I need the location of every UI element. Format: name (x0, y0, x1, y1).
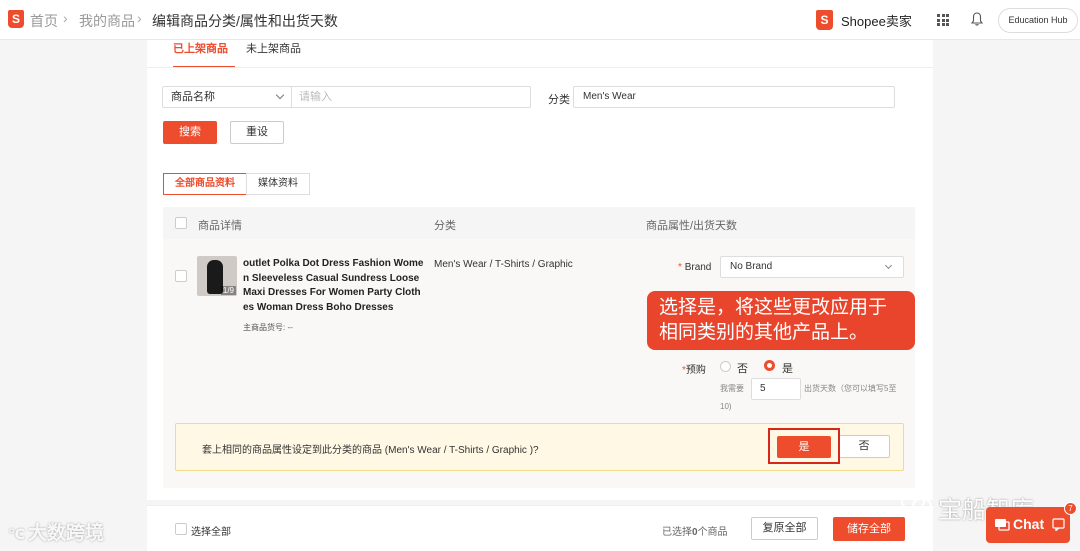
column-header-product-details: 商品详情 (198, 220, 242, 232)
breadcrumb-separator-icon: › (137, 10, 142, 26)
select-all-checkbox[interactable] (175, 523, 187, 535)
preorder-no-label: 否 (737, 363, 748, 375)
column-header-category: 分类 (434, 220, 456, 232)
brand-select[interactable]: No Brand (720, 256, 904, 278)
category-label: 分类 (548, 94, 570, 106)
subtab-all-product-info[interactable]: 全部商品资料 (163, 173, 247, 195)
breadcrumb-home[interactable]: 首页 (30, 11, 58, 31)
apps-grid-icon[interactable] (937, 14, 949, 26)
search-field-select-value: 商品名称 (171, 91, 215, 103)
chat-label: Chat (1013, 516, 1045, 532)
shopee-logo-icon: S (816, 10, 833, 30)
subtab-media-info[interactable]: 媒体资料 (246, 173, 310, 195)
select-all-rows-checkbox[interactable] (175, 217, 187, 229)
shopee-bag-icon[interactable]: S (8, 10, 24, 28)
wechat-icon (901, 491, 932, 515)
education-hub-button[interactable]: Education Hub (998, 8, 1078, 33)
seller-brand[interactable]: S Shopee卖家 (816, 9, 912, 31)
brand-label: * Brand (678, 262, 712, 273)
days-suffix-continued: 10) (720, 402, 732, 411)
product-thumbnail[interactable]: 1/9 (197, 256, 237, 296)
product-sku: 主商品货号: -- (243, 323, 293, 332)
brand-name: Shopee卖家 (841, 13, 912, 29)
bottom-action-bar: 选择全部 已选择0个商品 复原全部 储存全部 (147, 505, 933, 551)
days-suffix: 出货天数（您可以填写5至 (804, 384, 897, 393)
preorder-label: *预购 (682, 365, 706, 376)
row-checkbox[interactable] (175, 270, 187, 282)
breadcrumb-my-products[interactable]: 我的商品 (79, 11, 135, 31)
save-all-button[interactable]: 储存全部 (833, 517, 905, 541)
top-header: S 首页 › 我的商品 › 编辑商品分类/属性和出货天数 S Shopee卖家 … (0, 0, 1080, 40)
search-field-select[interactable]: 商品名称 (162, 86, 292, 108)
annotation-callout: 选择是，将这些更改应用于 相同类别的其他产品上。 (647, 291, 915, 350)
breadcrumb-current-page: 编辑商品分类/属性和出货天数 (152, 13, 338, 29)
chat-unread-badge: 7 (1064, 502, 1077, 515)
tab-unlisted-products[interactable]: 未上架商品 (246, 40, 301, 68)
chat-bubble-icon (995, 519, 1010, 531)
apply-to-category-question: 套上相同的商品属性设定到此分类的商品 (Men's Wear / T-Shirt… (202, 445, 539, 456)
preorder-yes-label: 是 (782, 363, 793, 375)
restore-all-button[interactable]: 复原全部 (751, 517, 818, 540)
search-button[interactable]: 搜索 (163, 121, 217, 144)
column-header-attributes: 商品属性/出货天数 (646, 220, 738, 232)
tab-listed-products[interactable]: 已上架商品 (173, 40, 235, 68)
bell-icon[interactable] (971, 12, 983, 26)
product-name[interactable]: outlet Polka Dot Dress Fashion Women Sle… (243, 257, 425, 315)
search-input[interactable]: 请输入 (291, 86, 531, 108)
shipping-days-input[interactable]: 5 (751, 378, 801, 400)
watermark-left: ℃ 大数跨境 (8, 523, 104, 544)
breadcrumb-separator-icon: › (63, 10, 68, 26)
preorder-no-radio[interactable] (720, 361, 731, 372)
days-prefix: 我需要 (720, 384, 744, 393)
product-category: Men's Wear / T-Shirts / Graphic (434, 259, 573, 270)
callout-line-1: 选择是，将这些更改应用于 (659, 297, 888, 318)
yes-button-highlight (768, 428, 840, 464)
chat-expand-icon[interactable] (1052, 518, 1065, 531)
selected-count-text: 已选择0个商品 (662, 527, 728, 538)
tabs-divider (147, 67, 933, 68)
reset-button[interactable]: 重设 (230, 121, 284, 144)
callout-line-2: 相同类别的其他产品上。 (659, 322, 869, 343)
confirm-no-button[interactable]: 否 (838, 435, 890, 458)
preorder-yes-radio[interactable] (764, 360, 775, 371)
chevron-down-icon (275, 90, 285, 100)
category-input[interactable]: Men's Wear (573, 86, 895, 108)
select-all-label: 选择全部 (191, 527, 231, 538)
image-count: 1/9 (220, 286, 236, 295)
chat-button[interactable]: Chat (986, 507, 1070, 543)
brand-select-value: No Brand (730, 261, 773, 272)
watermark-logo-icon: ℃ (8, 526, 25, 542)
table-header: 商品详情 分类 商品属性/出货天数 (163, 207, 915, 239)
chevron-down-icon (884, 261, 893, 270)
